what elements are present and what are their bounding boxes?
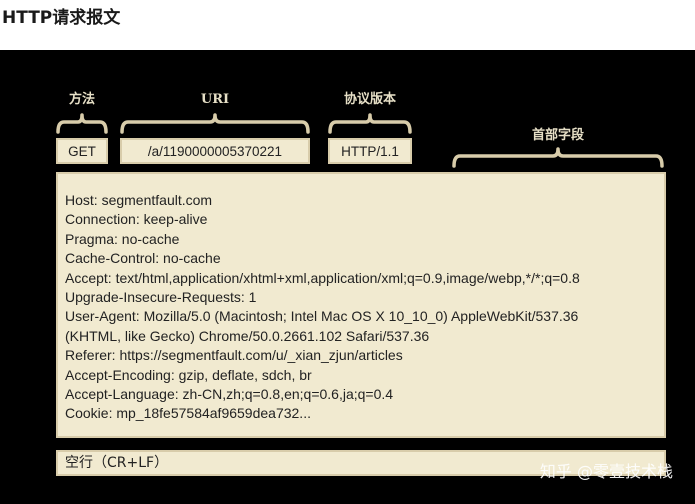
header-line: Accept-Encoding: gzip, deflate, sdch, br bbox=[65, 366, 312, 383]
headers-label: 首部字段 bbox=[531, 128, 584, 143]
uri-cell: /a/1190000005370221 bbox=[120, 138, 310, 164]
header-line: Connection: keep-alive bbox=[65, 211, 208, 228]
watermark: 知乎 @零壹技术栈 bbox=[539, 462, 673, 481]
uri-label: URI bbox=[200, 92, 230, 107]
http-request-diagram: 方法 URI 协议版本 首部字段 GET /a/1190000005370221… bbox=[0, 50, 695, 504]
header-line: Cache-Control: no-cache bbox=[65, 250, 221, 267]
header-line: Upgrade-Insecure-Requests: 1 bbox=[65, 289, 257, 306]
header-line: Accept: text/html,application/xhtml+xml,… bbox=[65, 269, 580, 286]
header-line: Cookie: mp_18fe57584af9659dea732... bbox=[65, 405, 311, 422]
method-label: 方法 bbox=[68, 92, 95, 107]
header-line: Host: segmentfault.com bbox=[65, 192, 213, 208]
header-line: Accept-Language: zh-CN,zh;q=0.8,en;q=0.6… bbox=[65, 386, 394, 403]
version-brace bbox=[328, 113, 412, 134]
header-line: Referer: https://segmentfault.com/u/_xia… bbox=[65, 347, 403, 364]
version-cell: HTTP/1.1 bbox=[328, 138, 412, 164]
method-cell: GET bbox=[56, 138, 108, 164]
header-line: Pragma: no-cache bbox=[65, 230, 180, 247]
version-label: 协议版本 bbox=[343, 92, 396, 107]
headers-brace bbox=[452, 147, 664, 168]
header-line: (KHTML, like Gecko) Chrome/50.0.2661.102… bbox=[65, 327, 430, 344]
method-brace bbox=[56, 113, 108, 134]
headers-box: Host: segmentfault.com Connection: keep-… bbox=[56, 172, 666, 438]
header-line: User-Agent: Mozilla/5.0 (Macintosh; Inte… bbox=[65, 308, 579, 325]
page-title: HTTP请求报文 bbox=[2, 8, 121, 28]
uri-brace bbox=[120, 113, 310, 134]
